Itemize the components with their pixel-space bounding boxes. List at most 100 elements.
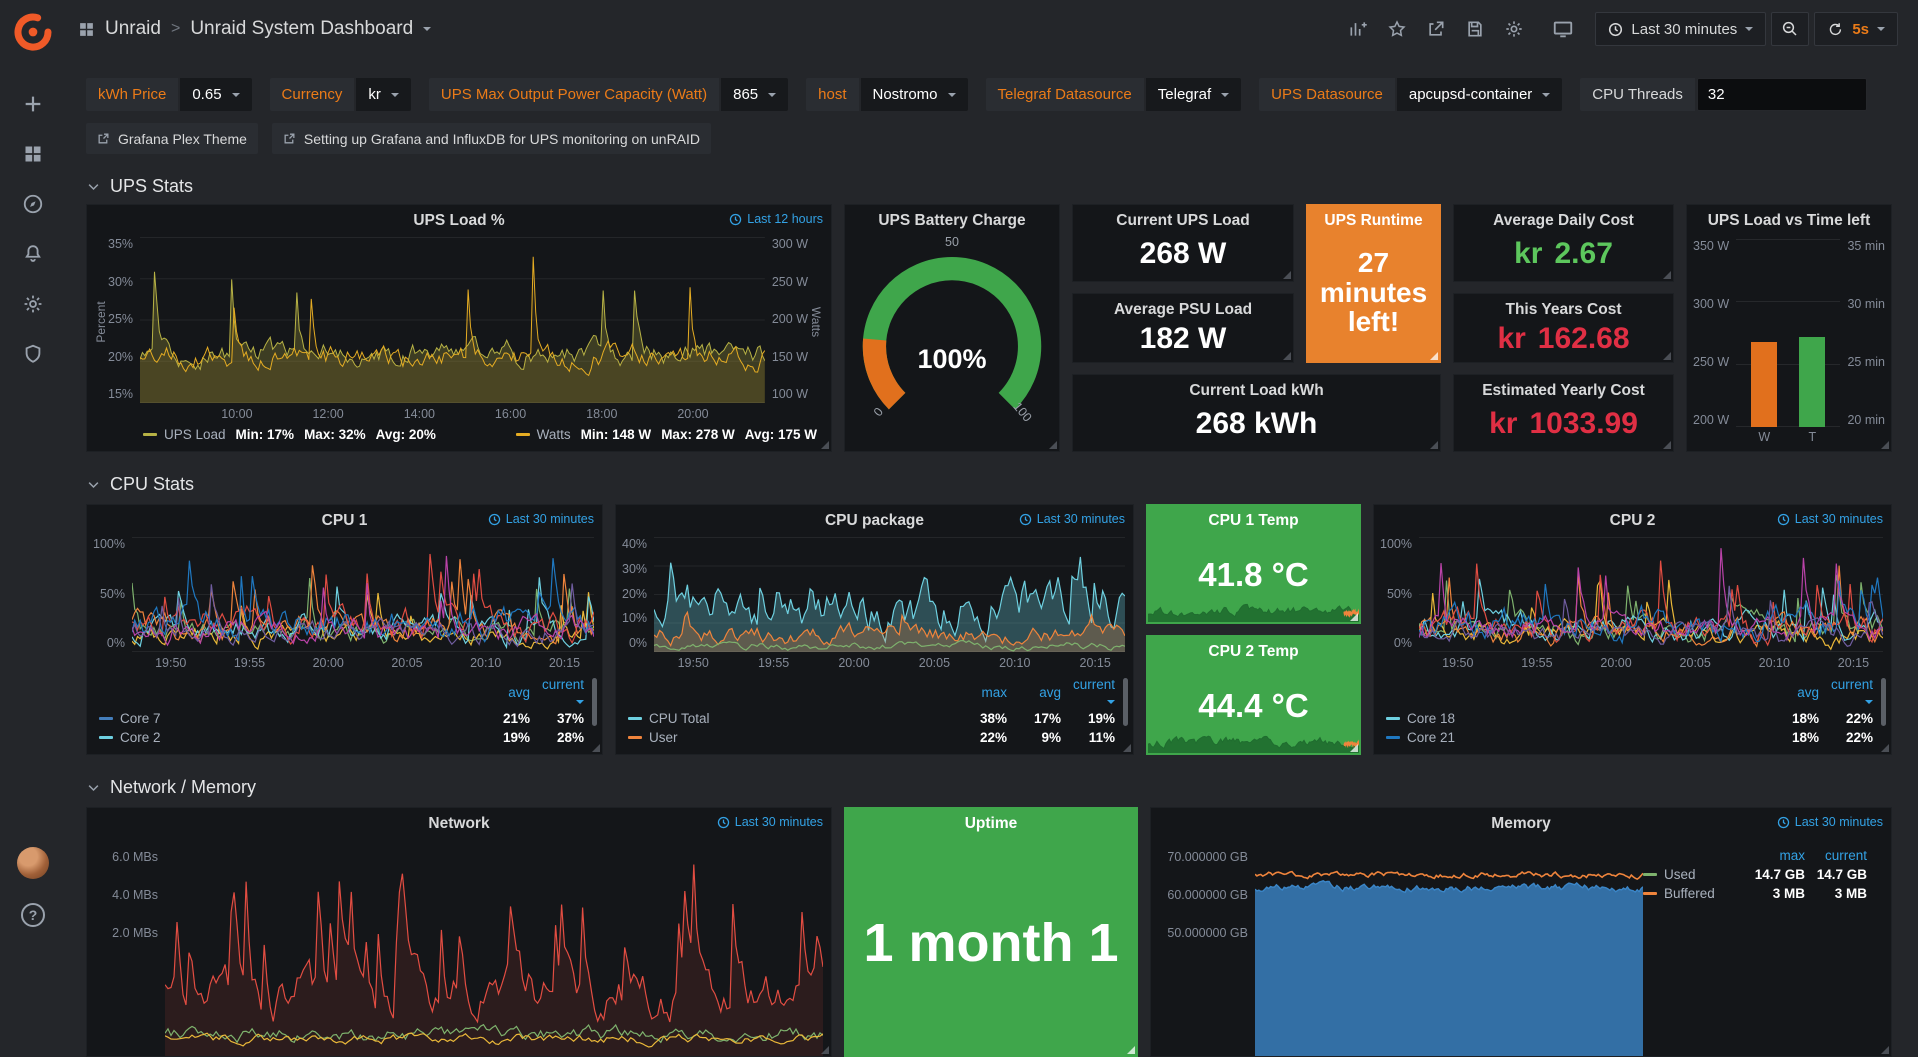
panel-title[interactable]: CPU package (825, 512, 924, 530)
panel-title[interactable]: This Years Cost (1505, 301, 1621, 319)
panel-time-override[interactable]: Last 30 minutes (1777, 815, 1883, 829)
variable-ups-datasource: UPS Datasource apcupsd-container (1259, 78, 1562, 111)
memory-chart[interactable] (1255, 840, 1643, 1056)
chevron-down-icon[interactable] (423, 27, 431, 31)
panel-title[interactable]: CPU 2 (1610, 512, 1656, 530)
chevron-down-icon (1745, 27, 1753, 31)
series-name[interactable]: Core 21 (1407, 730, 1455, 745)
save-icon[interactable] (1458, 14, 1492, 44)
variable-value-dropdown[interactable]: Telegraf (1146, 78, 1241, 111)
variable-value-dropdown[interactable]: apcupsd-container (1397, 78, 1562, 111)
link-grafana-plex-theme[interactable]: Grafana Plex Theme (86, 123, 258, 154)
legend-row: Core 2 19% 28% (99, 730, 584, 745)
panel-title[interactable]: Network (428, 815, 489, 833)
ups-load-chart[interactable] (140, 237, 765, 403)
series-name[interactable]: Core 18 (1407, 711, 1455, 726)
panel-title[interactable]: UPS Load % (413, 212, 504, 230)
temp-column: CPU 1 Temp 41.8 °C CPU 2 Temp 44.4 °C (1146, 504, 1361, 755)
panel-title[interactable]: CPU 1 Temp (1208, 512, 1298, 530)
link-ups-monitoring-guide[interactable]: Setting up Grafana and InfluxDB for UPS … (272, 123, 711, 154)
grafana-logo[interactable] (13, 12, 53, 52)
help-glyph: ? (29, 907, 38, 923)
series-name[interactable]: Core 7 (120, 711, 161, 726)
legend-row: User 22% 9% 11% (628, 730, 1115, 745)
time-range-picker[interactable]: Last 30 minutes (1595, 12, 1766, 46)
explore-icon[interactable] (21, 192, 45, 216)
panel-time-override[interactable]: Last 12 hours (729, 212, 823, 226)
x-axis: 19:50 19:55 20:00 20:05 20:10 20:15 (1419, 652, 1883, 674)
tv-mode-icon[interactable] (1546, 14, 1580, 44)
series-name[interactable]: Watts (537, 427, 571, 442)
cpu-threads-input[interactable] (1697, 78, 1867, 111)
sidebar: ? (0, 0, 66, 947)
section-header-ups[interactable]: UPS Stats (86, 168, 1892, 204)
bar-ups-watts[interactable] (1751, 342, 1777, 427)
panel-title[interactable]: UPS Battery Charge (878, 212, 1025, 230)
help-icon[interactable]: ? (21, 903, 45, 927)
configuration-icon[interactable] (21, 292, 45, 316)
panel-title[interactable]: Memory (1491, 815, 1550, 833)
variable-value-dropdown[interactable]: Nostromo (861, 78, 968, 111)
grafana-app: ? Unraid > Unraid System Dashboard (0, 0, 1918, 947)
panel-time-override[interactable]: Last 30 minutes (1777, 512, 1883, 526)
star-icon[interactable] (1380, 14, 1414, 44)
panel-title[interactable]: CPU 2 Temp (1208, 643, 1298, 661)
cpu2-chart[interactable] (1419, 537, 1883, 652)
y-axis-left: 40% 30% 20% 10% 0% (622, 537, 654, 674)
panel-title[interactable]: Estimated Yearly Cost (1482, 382, 1645, 400)
panel-title[interactable]: Average PSU Load (1114, 301, 1252, 319)
series-name[interactable]: Used (1664, 867, 1696, 882)
panel-title[interactable]: Current Load kWh (1189, 382, 1323, 400)
series-name[interactable]: UPS Load (164, 427, 226, 442)
panel-title[interactable]: Average Daily Cost (1493, 212, 1634, 230)
legend-scrollbar[interactable] (1123, 678, 1128, 726)
share-icon[interactable] (1419, 14, 1453, 44)
breadcrumb-folder[interactable]: Unraid (105, 18, 161, 40)
add-panel-icon[interactable] (1341, 14, 1375, 44)
variable-host: host Nostromo (806, 78, 967, 111)
series-name[interactable]: User (649, 730, 678, 745)
variable-value-dropdown[interactable]: kr (356, 78, 411, 111)
link-label: Setting up Grafana and InfluxDB for UPS … (304, 131, 700, 147)
network-chart[interactable] (165, 840, 823, 1056)
panel-title[interactable]: CPU 1 (322, 512, 368, 530)
ups-vs-time-chart[interactable] (1736, 239, 1840, 427)
zoom-out-button[interactable] (1771, 12, 1809, 46)
dashboards-icon[interactable] (21, 142, 45, 166)
variable-value-dropdown[interactable]: 0.65 (180, 78, 251, 111)
create-icon[interactable] (21, 92, 45, 116)
panel-time-override[interactable]: Last 30 minutes (717, 815, 823, 829)
server-admin-icon[interactable] (21, 342, 45, 366)
row-network-memory: Network Last 30 minutes 6.0 MBs 4.0 MBs … (86, 807, 1892, 1057)
panel-ups-load: UPS Load % Last 12 hours Percent 35% 30% (86, 204, 832, 452)
legend-scrollbar[interactable] (592, 678, 597, 726)
alerting-icon[interactable] (21, 242, 45, 266)
legend-row: Used 14.7 GB 14.7 GB (1643, 867, 1867, 882)
panel-title[interactable]: UPS Load vs Time left (1708, 212, 1871, 230)
row-cpu-stats: CPU 1 Last 30 minutes 100% 50% 0% (86, 504, 1892, 755)
legend-scrollbar[interactable] (1881, 678, 1886, 726)
section-header-cpu[interactable]: CPU Stats (86, 466, 1892, 502)
stat-value: 268 W (1073, 233, 1293, 281)
section-cpu-stats: CPU Stats CPU 1 Last 30 minutes (86, 466, 1892, 755)
cpu1-chart[interactable] (132, 537, 594, 652)
legend-table: max current Used 14.7 GB 14.7 GB (1643, 840, 1883, 1056)
dashboard-settings-icon[interactable] (1497, 14, 1531, 44)
panel-title[interactable]: Uptime (965, 815, 1018, 833)
variable-value-dropdown[interactable]: 865 (721, 78, 788, 111)
panel-time-override[interactable]: Last 30 minutes (1019, 512, 1125, 526)
user-avatar[interactable] (17, 847, 49, 879)
cost-column: Average Daily Cost kr2.67 This Years Cos… (1453, 204, 1674, 452)
refresh-picker[interactable]: 5s (1814, 12, 1898, 46)
section-header-netmem[interactable]: Network / Memory (86, 769, 1892, 805)
panel-title[interactable]: UPS Runtime (1324, 212, 1422, 230)
series-name[interactable]: CPU Total (649, 711, 710, 726)
panel-title[interactable]: Current UPS Load (1116, 212, 1249, 230)
nav-actions: Last 30 minutes 5s (1341, 12, 1898, 46)
breadcrumb-dashboard-title[interactable]: Unraid System Dashboard (190, 18, 413, 40)
panel-time-override[interactable]: Last 30 minutes (488, 512, 594, 526)
cpu-package-chart[interactable] (654, 537, 1125, 652)
bar-time-left[interactable] (1799, 337, 1825, 427)
series-name[interactable]: Core 2 (120, 730, 161, 745)
series-name[interactable]: Buffered (1664, 886, 1715, 901)
